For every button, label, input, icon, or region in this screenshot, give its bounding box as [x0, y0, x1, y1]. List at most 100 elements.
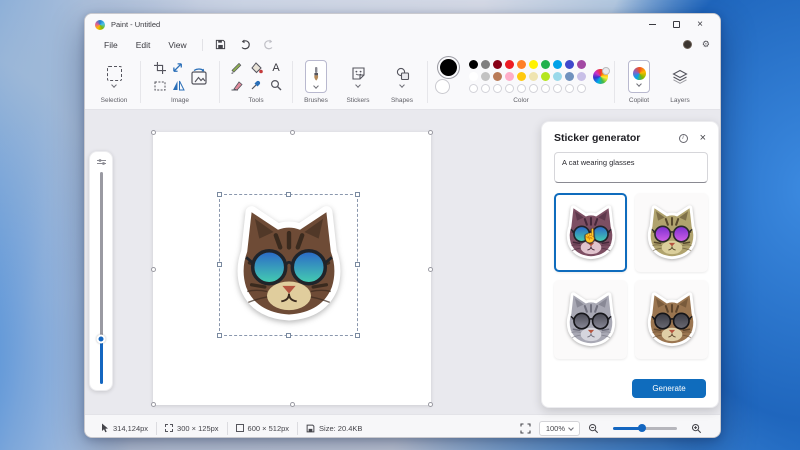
prompt-input[interactable]: A cat wearing glasses — [554, 152, 708, 183]
resize-icon[interactable] — [172, 62, 185, 74]
canvas-handle[interactable] — [290, 130, 295, 135]
menu-edit[interactable]: Edit — [127, 38, 160, 52]
palette-empty-slot[interactable] — [469, 84, 478, 93]
sticker-thumbnail-2[interactable] — [635, 193, 708, 272]
zoom-in-button[interactable] — [683, 423, 710, 434]
selection-tool-button[interactable] — [107, 66, 122, 87]
shapes-button[interactable] — [395, 67, 410, 87]
palette-color-dot[interactable] — [577, 60, 586, 69]
palette-empty-slot[interactable] — [529, 84, 538, 93]
palette-empty-slot[interactable] — [493, 84, 502, 93]
selection-handle[interactable] — [286, 333, 291, 338]
marquee-options-icon[interactable] — [154, 81, 166, 91]
rotate-image-icon[interactable] — [190, 68, 208, 86]
palette-empty-slot[interactable] — [553, 84, 562, 93]
edit-colors-button[interactable] — [593, 69, 608, 84]
chevron-down-icon — [568, 425, 574, 431]
close-button[interactable]: × — [688, 17, 712, 33]
palette-color-dot[interactable] — [529, 60, 538, 69]
magnifier-icon[interactable] — [270, 79, 282, 91]
canvas-handle[interactable] — [428, 267, 433, 272]
palette-empty-slot[interactable] — [517, 84, 526, 93]
sticker-thumbnail-1[interactable]: ☝ — [554, 193, 627, 272]
selection-handle[interactable] — [286, 192, 291, 197]
palette-color-dot[interactable] — [493, 60, 502, 69]
palette-empty-slot[interactable] — [541, 84, 550, 93]
panel-close-icon[interactable]: × — [700, 133, 706, 144]
menu-file[interactable]: File — [95, 38, 127, 52]
minimize-icon — [649, 24, 656, 25]
selection-handle[interactable] — [217, 262, 222, 267]
sticker-thumbnail-4[interactable] — [635, 280, 708, 359]
layers-button[interactable] — [672, 69, 688, 84]
flip-icon[interactable] — [172, 80, 185, 91]
redo-button[interactable] — [259, 37, 279, 52]
palette-color-dot[interactable] — [529, 72, 538, 81]
canvas-handle[interactable] — [428, 130, 433, 135]
info-icon[interactable]: i — [679, 134, 688, 143]
minimize-button[interactable] — [640, 17, 664, 33]
eraser-icon[interactable] — [230, 80, 243, 91]
palette-color-dot[interactable] — [553, 60, 562, 69]
sticker-thumbnail-3[interactable] — [554, 280, 627, 359]
palette-color-dot[interactable] — [541, 72, 550, 81]
maximize-button[interactable] — [664, 17, 688, 33]
zoom-level-dropdown[interactable]: 100% — [539, 421, 580, 436]
canvas-handle[interactable] — [151, 267, 156, 272]
palette-color-dot[interactable] — [517, 72, 526, 81]
canvas-handle[interactable] — [151, 402, 156, 407]
text-tool[interactable]: A — [272, 62, 279, 74]
zoom-slider[interactable] — [613, 427, 677, 430]
palette-color-dot[interactable] — [577, 72, 586, 81]
selection-handle[interactable] — [355, 333, 360, 338]
cat-sticker-image[interactable] — [223, 199, 355, 331]
palette-empty-slot[interactable] — [481, 84, 490, 93]
selection-handle[interactable] — [355, 192, 360, 197]
palette-color-dot[interactable] — [469, 72, 478, 81]
pencil-icon[interactable] — [230, 62, 242, 74]
copilot-button[interactable] — [628, 60, 650, 93]
canvas-handle[interactable] — [428, 402, 433, 407]
zoom-slider-thumb[interactable] — [638, 424, 646, 432]
chevron-down-icon — [111, 82, 117, 88]
palette-color-dot[interactable] — [481, 72, 490, 81]
selection-handle[interactable] — [355, 262, 360, 267]
canvas-handle[interactable] — [151, 130, 156, 135]
eyedropper-icon[interactable] — [250, 79, 262, 91]
foreground-color-swatch[interactable] — [440, 59, 457, 76]
brushes-button[interactable] — [305, 60, 327, 93]
stickers-button[interactable] — [351, 66, 366, 87]
palette-color-dot[interactable] — [469, 60, 478, 69]
fill-bucket-icon[interactable] — [250, 62, 263, 74]
size-slider-thumb[interactable] — [97, 335, 106, 344]
fit-to-window-button[interactable] — [512, 423, 539, 434]
generate-button[interactable]: Generate — [632, 379, 706, 398]
drawing-canvas[interactable] — [153, 132, 431, 405]
crop-icon[interactable] — [154, 62, 166, 74]
selection-handle[interactable] — [217, 333, 222, 338]
palette-color-dot[interactable] — [505, 72, 514, 81]
menu-view[interactable]: View — [159, 38, 195, 52]
palette-color-dot[interactable] — [493, 72, 502, 81]
canvas-size-icon — [236, 424, 244, 432]
palette-empty-slot[interactable] — [577, 84, 586, 93]
background-color-swatch[interactable] — [435, 79, 450, 94]
settings-gear-icon[interactable]: ⚙ — [702, 39, 710, 50]
undo-button[interactable] — [235, 37, 255, 52]
size-slider[interactable] — [100, 172, 103, 384]
palette-color-dot[interactable] — [565, 72, 574, 81]
palette-color-dot[interactable] — [505, 60, 514, 69]
palette-empty-slot[interactable] — [565, 84, 574, 93]
save-button[interactable] — [211, 37, 231, 52]
account-avatar[interactable] — [683, 40, 692, 49]
palette-color-dot[interactable] — [565, 60, 574, 69]
canvas-handle[interactable] — [290, 402, 295, 407]
palette-color-dot[interactable] — [517, 60, 526, 69]
palette-color-dot[interactable] — [481, 60, 490, 69]
sticker-selection[interactable] — [219, 194, 358, 336]
zoom-out-button[interactable] — [580, 423, 607, 434]
palette-color-dot[interactable] — [541, 60, 550, 69]
selection-handle[interactable] — [217, 192, 222, 197]
palette-empty-slot[interactable] — [505, 84, 514, 93]
palette-color-dot[interactable] — [553, 72, 562, 81]
